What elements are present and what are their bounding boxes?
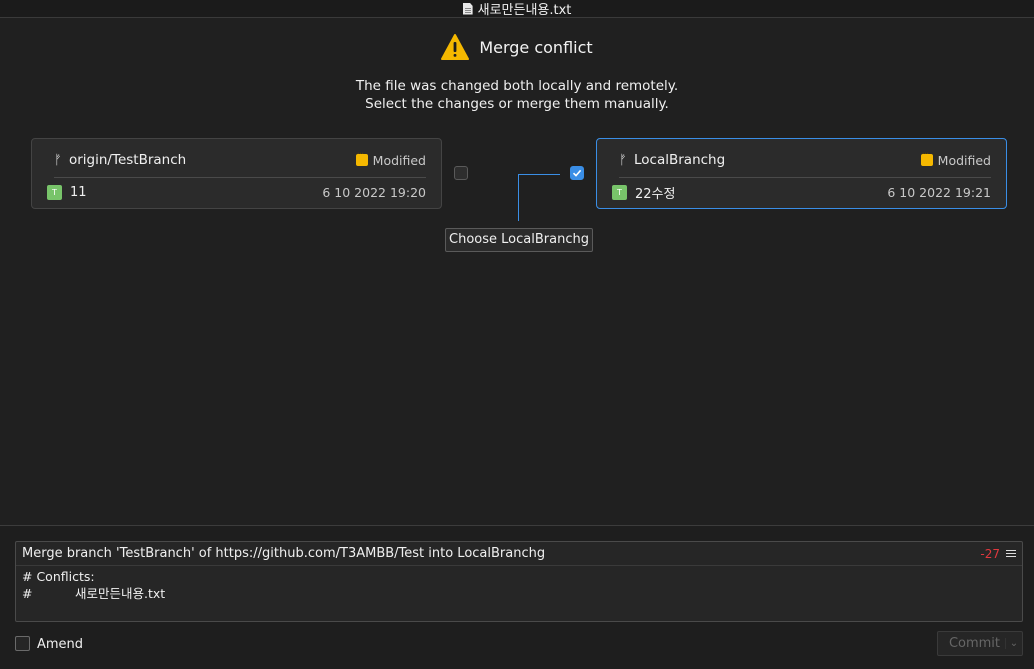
description-body-filename: 새로만든내용.txt	[75, 586, 166, 601]
remote-branch-name: origin/TestBranch	[69, 152, 187, 168]
conflict-header: Merge conflict	[0, 33, 1034, 61]
remote-version-card[interactable]: ᚠ origin/TestBranch Modified T 11 6 10 2…	[31, 138, 442, 209]
modified-icon	[920, 149, 933, 166]
description-body-hash: #	[22, 586, 33, 601]
text-file-badge-icon: T	[612, 184, 627, 200]
checkmark-icon	[572, 169, 582, 177]
description-line-2: Select the changes or merge them manuall…	[365, 96, 669, 112]
text-file-icon	[462, 2, 473, 15]
local-status-label: Modified	[937, 152, 991, 168]
amend-label: Amend	[37, 637, 84, 652]
text-file-badge-icon: T	[47, 184, 62, 200]
choose-remote-checkbox[interactable]	[454, 166, 468, 180]
branch-icon: ᚠ	[619, 152, 627, 168]
amend-checkbox[interactable]	[15, 636, 30, 651]
window-title-bar: 새로만든내용.txt	[0, 0, 1034, 18]
branch-icon: ᚠ	[54, 152, 62, 168]
local-version-card[interactable]: ᚠ LocalBranchg Modified T 22수정 6 10 2022…	[596, 138, 1007, 209]
local-commit-message: 22수정	[635, 186, 676, 202]
card-divider	[54, 177, 426, 178]
char-count-indicator: -27	[980, 546, 1000, 561]
choose-local-checkbox[interactable]	[570, 166, 584, 180]
remote-commit-date: 6 10 2022 19:20	[322, 184, 426, 200]
remote-status-label: Modified	[372, 152, 426, 168]
commit-summary-input[interactable]: Merge branch 'TestBranch' of https://git…	[22, 546, 980, 561]
modified-icon	[355, 149, 368, 166]
commit-button-label: Commit	[948, 636, 1001, 651]
selection-connector-line-vertical	[518, 174, 519, 221]
description-line-1: The file was changed both locally and re…	[355, 78, 679, 94]
description-body-line-1: # Conflicts:	[22, 569, 95, 584]
chevron-down-icon[interactable]: ⌄	[1005, 638, 1022, 649]
menu-icon[interactable]	[1006, 550, 1016, 557]
page-title: Merge conflict	[479, 37, 593, 57]
choose-local-tooltip: Choose LocalBranchg	[445, 228, 593, 252]
remote-commit-message: 11	[70, 184, 87, 200]
warning-icon	[441, 34, 470, 60]
selection-connector-line	[518, 174, 560, 175]
commit-button[interactable]: Commit ⌄	[937, 631, 1023, 656]
local-commit-date: 6 10 2022 19:21	[887, 184, 991, 200]
local-branch-name: LocalBranchg	[634, 152, 726, 168]
card-divider	[619, 177, 991, 178]
window-title: 새로만든내용.txt	[477, 3, 572, 18]
conflict-description: The file was changed both locally and re…	[0, 77, 1034, 113]
commit-description-input[interactable]: # Conflicts: # 새로만든내용.txt	[22, 568, 165, 602]
commit-message-editor[interactable]: Merge branch 'TestBranch' of https://git…	[15, 541, 1023, 622]
